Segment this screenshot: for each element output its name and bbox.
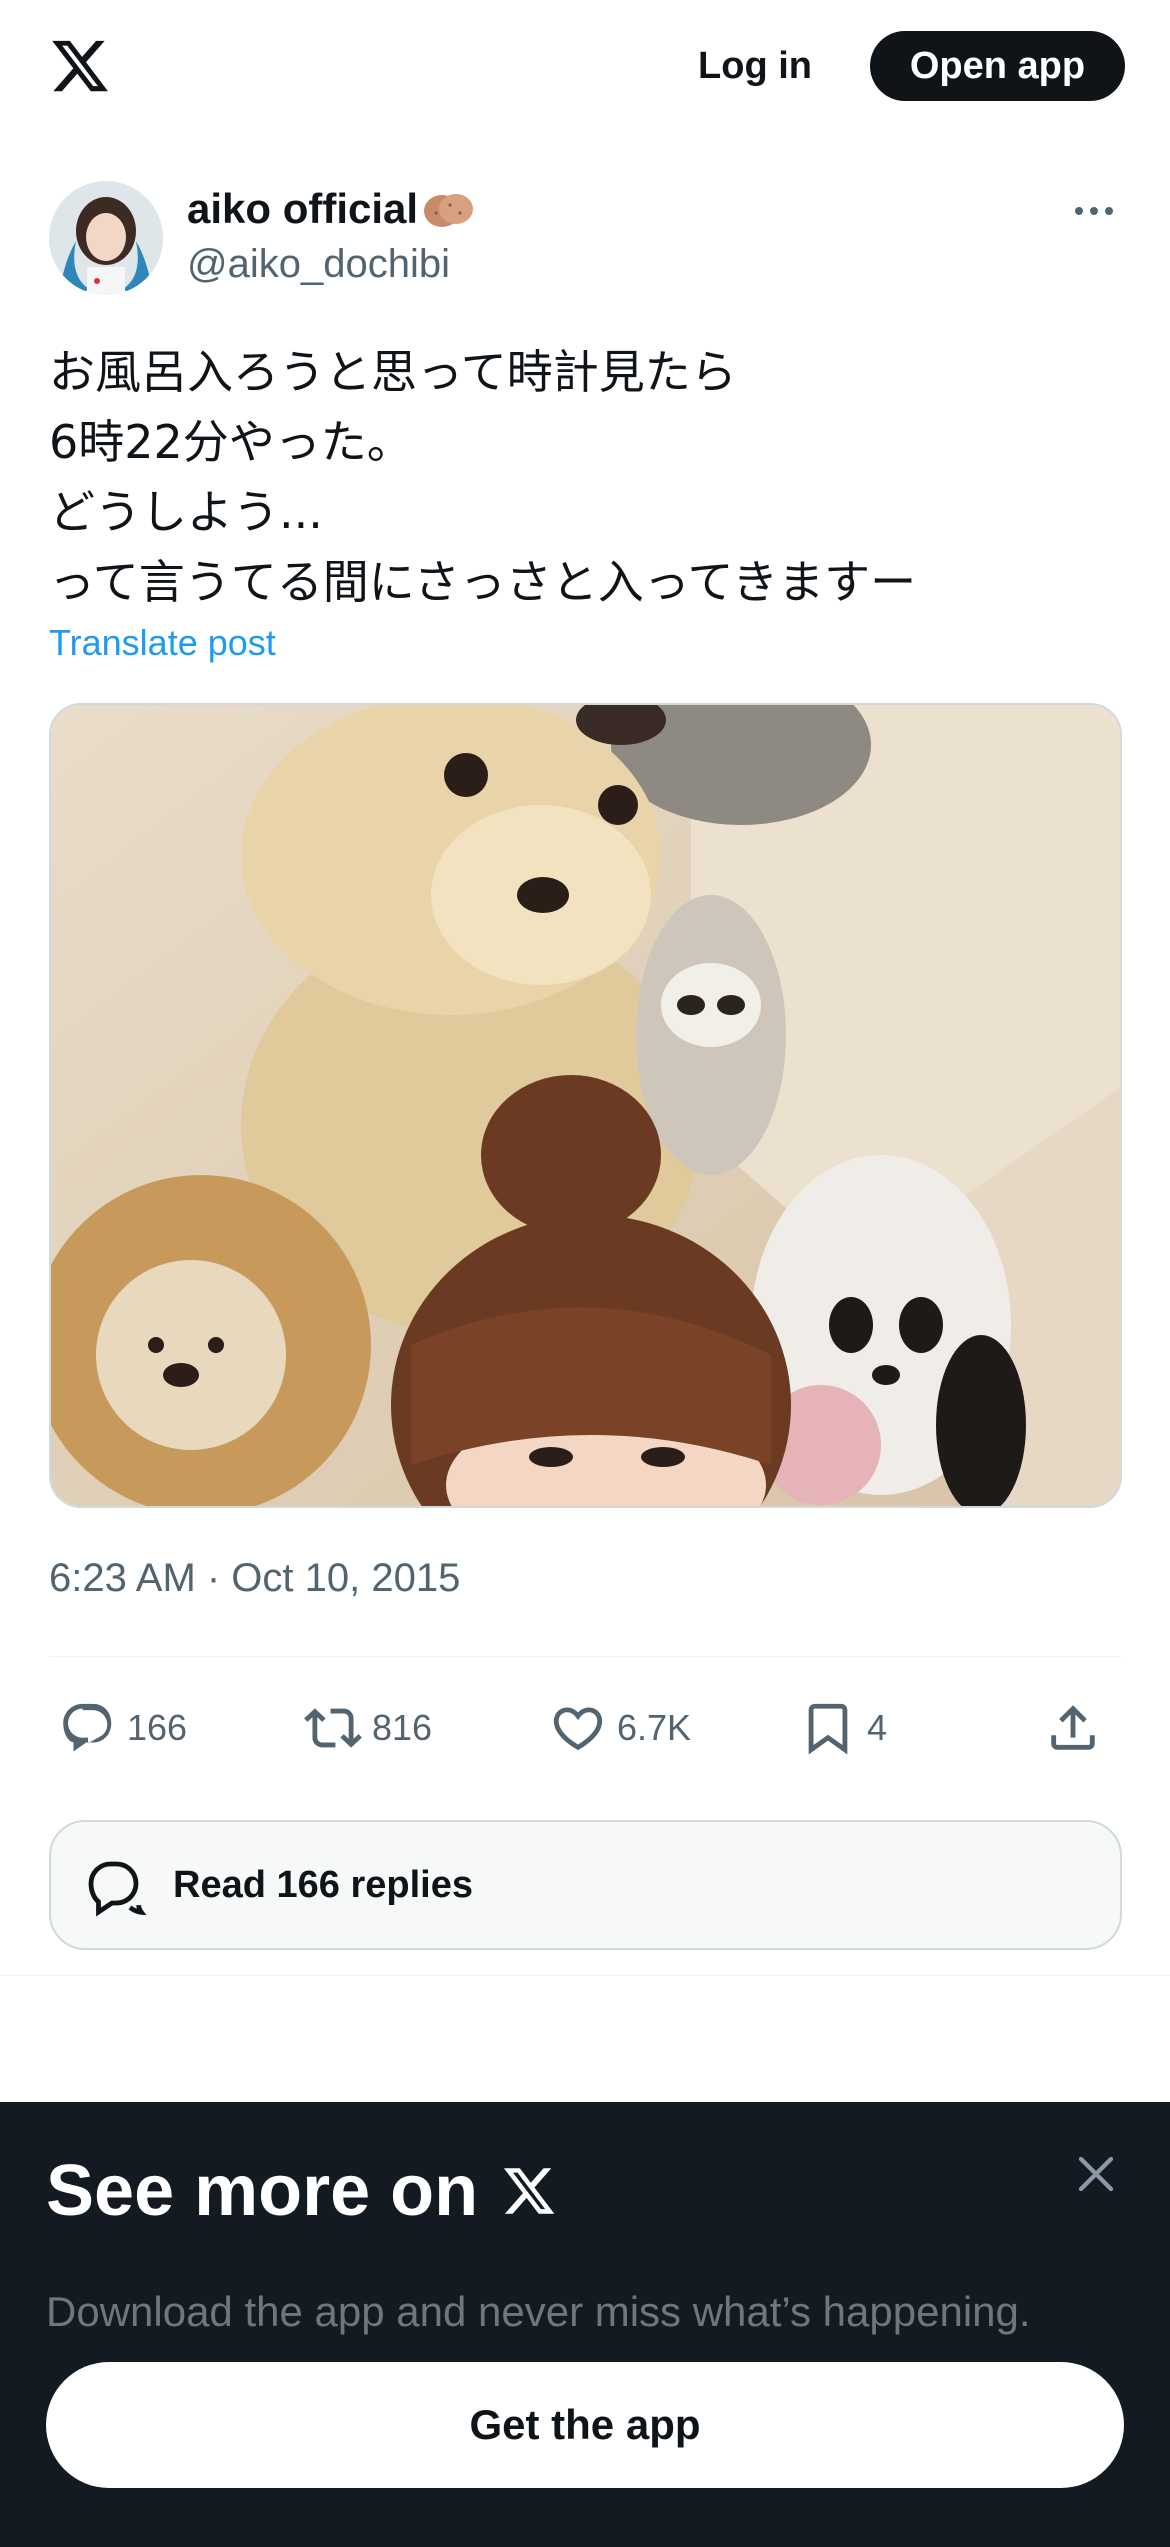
post-line: お風呂入ろうと思って時計見たら (49, 345, 737, 399)
like-icon (553, 1707, 603, 1751)
x-logo-icon (504, 2168, 555, 2214)
divider (0, 1975, 1170, 1976)
author-name-text[interactable]: aiko official (187, 185, 418, 233)
author-name[interactable]: aiko official (187, 185, 476, 233)
more-dots-icon[interactable] (1075, 203, 1119, 219)
speech-bubbles-icon (88, 1861, 147, 1917)
reply-button[interactable]: 166 (59, 1690, 187, 1766)
close-icon[interactable] (1076, 2154, 1116, 2194)
get-app-button[interactable]: Get the app (46, 2362, 1124, 2488)
post-timestamp[interactable]: 6:23 AM · Oct 10, 2015 (49, 1556, 460, 1601)
app-promo-sheet: See more on Download the app and never m… (0, 2102, 1170, 2547)
post-photo[interactable] (49, 703, 1122, 1508)
translate-post-link[interactable]: Translate post (49, 622, 276, 664)
open-app-button[interactable]: Open app (870, 31, 1125, 101)
repost-button[interactable]: 816 (304, 1690, 432, 1766)
action-bar: 166 816 6.7K 4 (49, 1690, 1122, 1766)
read-replies-button[interactable]: Read 166 replies (49, 1820, 1122, 1950)
like-button[interactable]: 6.7K (549, 1690, 691, 1766)
post-line: 6時22分やった。 (49, 415, 413, 469)
share-button[interactable] (1044, 1690, 1112, 1766)
share-icon (1051, 1705, 1095, 1750)
sheet-subtitle: Download the app and never miss what’s h… (46, 2288, 1031, 2335)
potato-icon (424, 194, 474, 227)
like-count: 6.7K (617, 1707, 692, 1748)
post-line: どうしよう... (49, 485, 323, 539)
post-line: って言うてる間にさっさと入ってきますー (49, 555, 917, 609)
repost-count: 816 (372, 1707, 433, 1748)
bookmark-count: 4 (867, 1707, 888, 1748)
reply-icon (63, 1703, 112, 1752)
top-bar: Log in Open app (0, 0, 1170, 134)
post-text: お風呂入ろうと思って時計見たら 6時22分やった。 どうしよう... って言うて… (49, 337, 1109, 617)
avatar[interactable] (49, 181, 163, 295)
reply-count: 166 (127, 1707, 188, 1748)
read-replies-label: Read 166 replies (173, 1863, 473, 1906)
sheet-title-text: See more on (46, 2151, 479, 2231)
x-logo-icon[interactable] (47, 35, 113, 97)
bookmark-icon (808, 1703, 848, 1755)
divider (49, 1656, 1122, 1657)
login-button[interactable]: Log in (680, 30, 830, 102)
repost-icon (304, 1708, 362, 1748)
author-handle[interactable]: @aiko_dochibi (187, 242, 450, 287)
sheet-title: See more on (46, 2150, 558, 2232)
bookmark-button[interactable]: 4 (799, 1690, 887, 1766)
